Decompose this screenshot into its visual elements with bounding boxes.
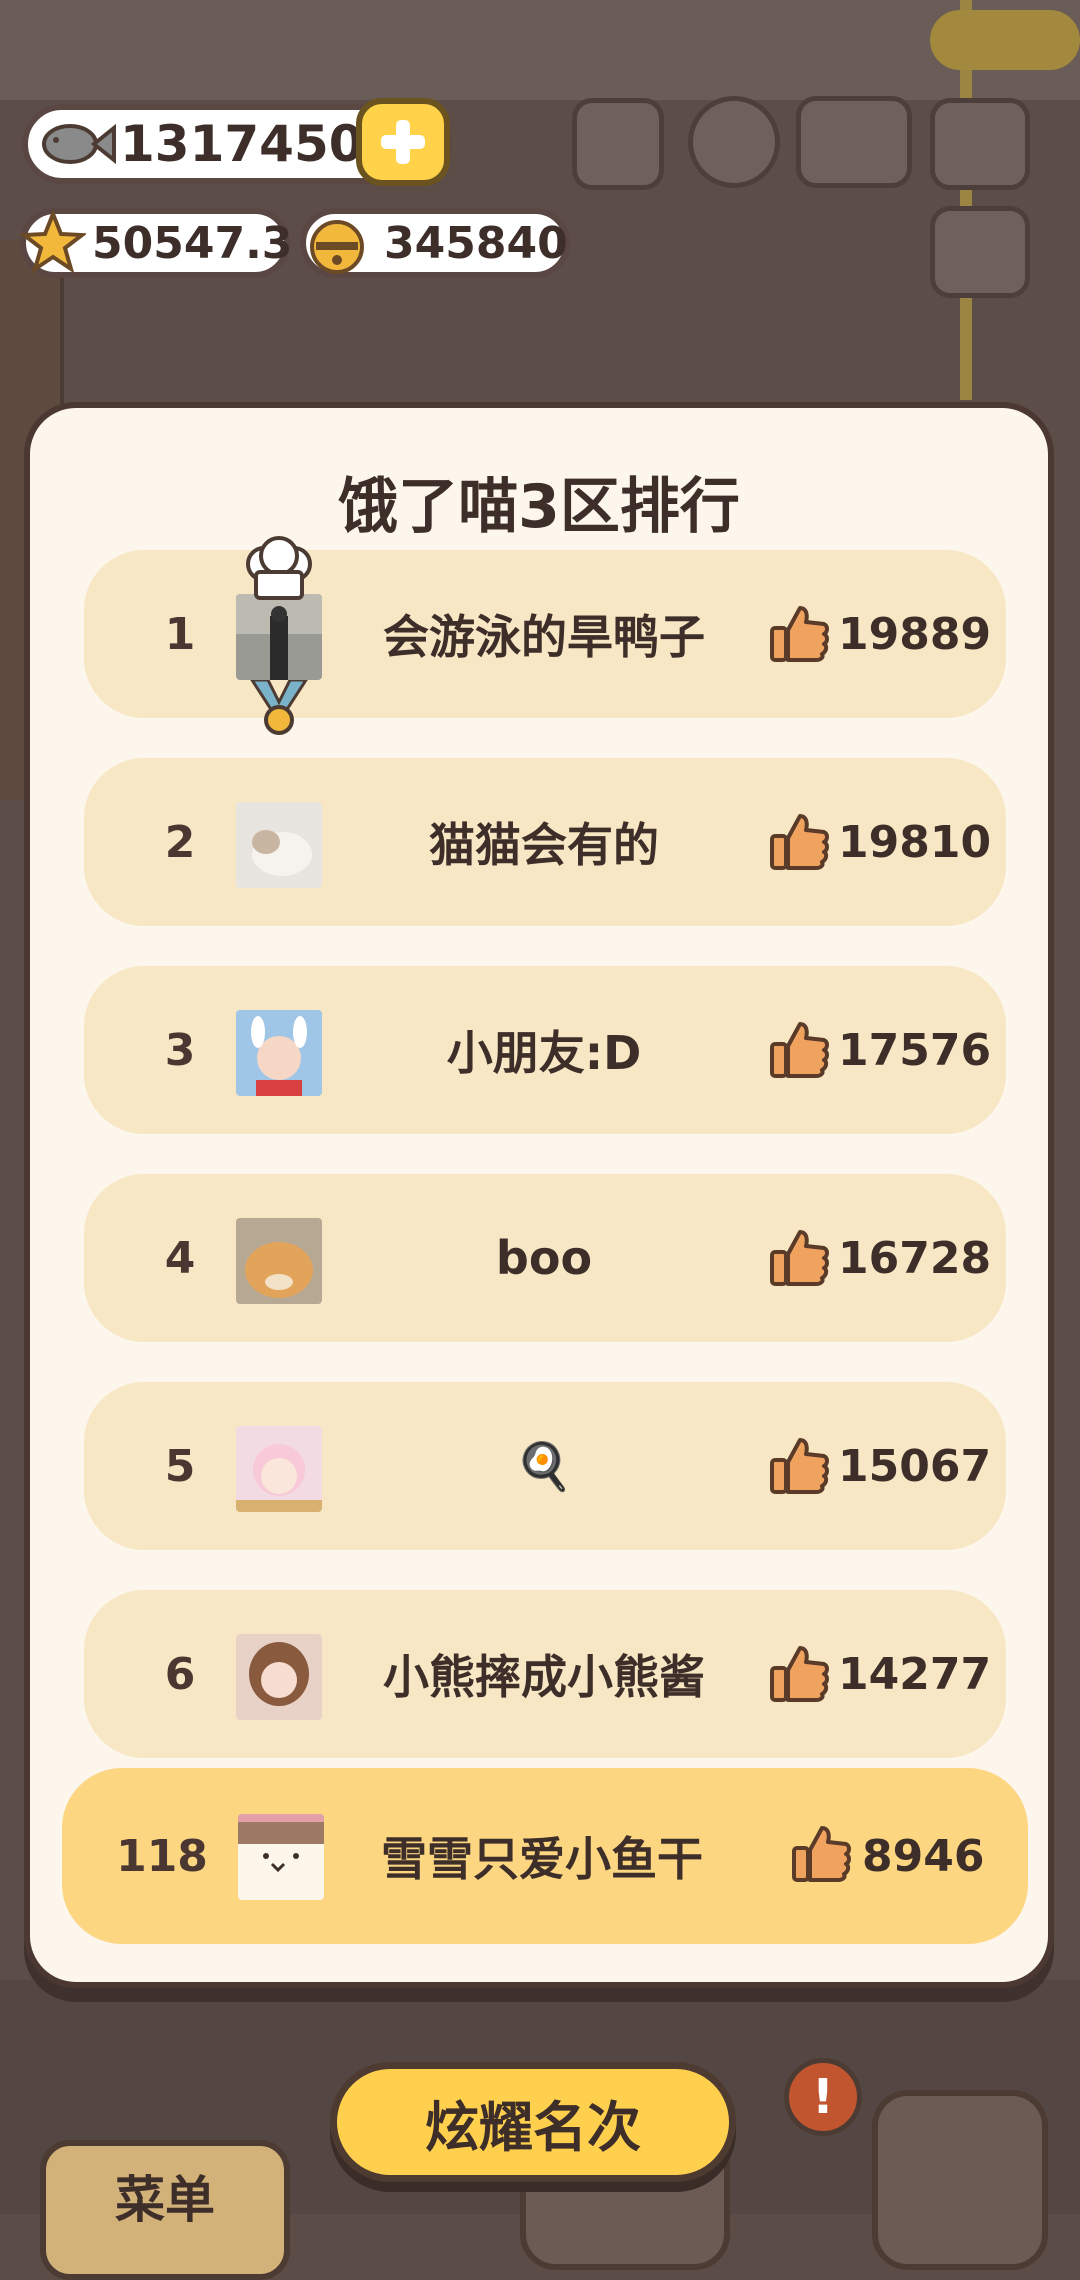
rank-number: 5 [164,1440,196,1492]
player-name: 会游泳的旱鸭子 [383,610,705,664]
star-count: 50547.3 [92,217,293,269]
leaderboard-row[interactable]: 4 boo 16728 [84,1174,1006,1342]
bell-count: 345840 [384,217,568,269]
like-count: 19889 [838,608,992,660]
avatar [236,1426,322,1512]
avatar [236,1634,322,1720]
add-fish-button[interactable] [356,98,450,186]
my-like-count: 8946 [862,1830,985,1882]
plus-icon [381,120,425,164]
leaderboard-row[interactable]: 6 小熊摔成小熊酱 14277 [84,1590,1006,1758]
avatar [236,1218,322,1304]
leaderboard-row[interactable]: 2 猫猫会有的 19810 [84,758,1006,926]
paw-book-icon[interactable] [796,96,912,188]
like-count: 14277 [838,1648,992,1700]
bell-currency: 345840 [300,208,570,278]
chef-hat-icon [246,536,312,600]
alert-badge: ! [784,2058,862,2136]
thumbs-up-icon[interactable] [768,1226,830,1288]
thumbs-up-icon[interactable] [768,1642,830,1704]
star-currency: 50547.3 [20,208,293,278]
bell-icon [310,220,364,274]
my-avatar [238,1814,324,1900]
leaderboard-row[interactable]: 1 会游泳的旱鸭子 19889 [84,536,1006,735]
avatar [236,1010,322,1096]
leaderboard-title: 饿了喵3区排行 [338,472,740,542]
thumbs-up-icon[interactable] [768,810,830,872]
banana-decoration [930,10,1080,70]
rank-number: 3 [164,1024,196,1076]
like-count: 15067 [838,1440,992,1492]
rank-number: 1 [164,608,196,660]
show-rank-button[interactable]: 炫耀名次 [330,2062,736,2182]
my-player-name: 雪雪只爱小鱼干 [381,1832,703,1886]
player-name: 🍳 [515,1438,573,1493]
rank-number: 4 [164,1232,196,1284]
menu-button[interactable]: 菜单 [40,2140,290,2280]
thumbs-up-icon[interactable] [768,602,830,664]
player-name: 猫猫会有的 [429,818,659,872]
id-card-icon[interactable] [930,206,1030,298]
leaderboard-row[interactable]: 3 小朋友:D 17576 [84,966,1006,1134]
thumbs-up-icon[interactable] [790,1822,852,1884]
like-count: 19810 [838,816,992,868]
fish-icon [42,123,116,165]
rank-number: 2 [164,816,196,868]
my-rank-number: 118 [116,1830,208,1882]
player-name: boo [495,1231,593,1285]
star-icon [20,210,86,274]
player-name: 小朋友:D [446,1026,642,1080]
gear-icon[interactable] [688,96,780,188]
podium-icon[interactable] [572,98,664,190]
my-rank-row[interactable]: 118 雪雪只爱小鱼干 8946 [62,1768,1028,1944]
camera-icon[interactable] [930,98,1030,190]
medal-icon [250,680,308,735]
bottom-slot-right[interactable] [872,2090,1048,2270]
leaderboard-panel: 饿了喵3区排行 1 会游泳的旱鸭子 19889 2 猫猫会有的 19810 3 … [24,402,1054,1988]
leaderboard-row[interactable]: 5 🍳 15067 [84,1382,1006,1550]
like-count: 17576 [838,1024,992,1076]
rank-number: 6 [164,1648,196,1700]
avatar [236,594,322,680]
like-count: 16728 [838,1232,992,1284]
thumbs-up-icon[interactable] [768,1018,830,1080]
avatar [236,802,322,888]
thumbs-up-icon[interactable] [768,1434,830,1496]
player-name: 小熊摔成小熊酱 [383,1650,705,1704]
background-ceiling [0,0,1080,100]
